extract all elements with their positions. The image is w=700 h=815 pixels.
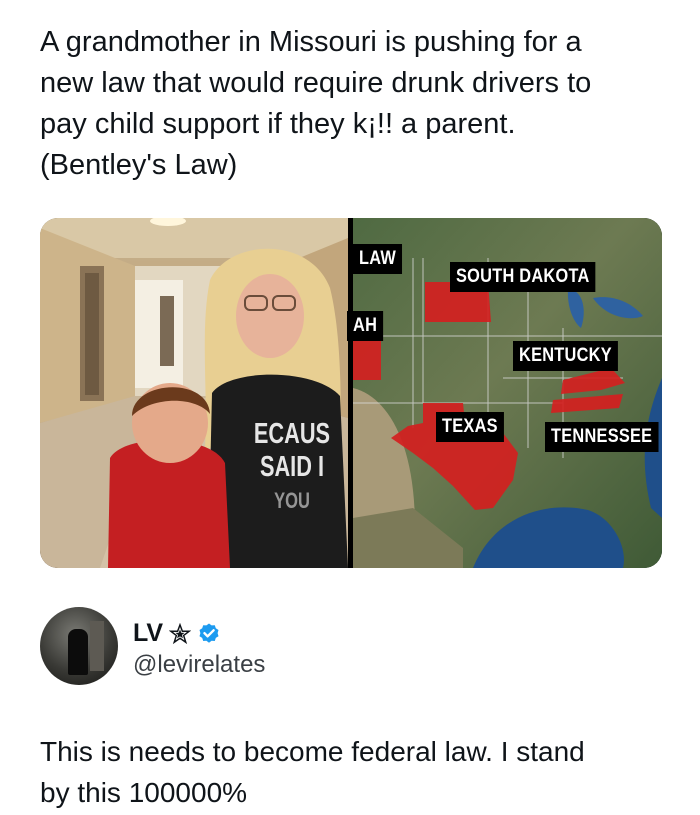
map-label-tennessee: TENNESSEE <box>545 422 659 452</box>
post-text: A grandmother in Missouri is pushing for… <box>40 22 670 186</box>
post-text-line: pay child support if they k¡!! a parent. <box>40 108 516 140</box>
shirt-line: YOU <box>274 488 310 513</box>
map-label-utah: AH <box>347 311 384 341</box>
avatar-door <box>90 621 104 671</box>
us-map-photo[interactable]: LAW AH SOUTH DAKOTA KENTUCKY TEXAS TENNE… <box>347 218 662 568</box>
avatar[interactable] <box>40 607 118 685</box>
avatar-figure <box>68 629 88 675</box>
post-media[interactable]: ECAUS SAID I YOU LAW AH SOUTH DAKOTA KEN… <box>40 218 662 568</box>
user-handle[interactable]: @levirelates <box>133 651 265 679</box>
verified-badge-icon <box>197 622 221 646</box>
map-label-texas: TEXAS <box>436 412 504 442</box>
map-label-law: LAW <box>353 244 403 274</box>
display-name[interactable]: LV <box>133 619 221 648</box>
star-icon <box>168 622 192 645</box>
shirt-lettering: ECAUS SAID I YOU <box>250 418 334 517</box>
display-name-text: LV <box>133 619 164 647</box>
map-label-kentucky: KENTUCKY <box>513 341 618 371</box>
shirt-line: SAID I <box>259 451 325 483</box>
shirt-line: ECAUS <box>253 418 331 450</box>
post-text-line: new law that would require drunk drivers… <box>40 67 592 99</box>
map-label-south-dakota: SOUTH DAKOTA <box>450 262 596 292</box>
reply-text: This is needs to become federal law. I s… <box>40 731 670 813</box>
reply-text-line: This is needs to become federal law. I s… <box>40 736 585 767</box>
reply-text-line: by this 100000% <box>40 777 248 808</box>
post-text-line: (Bentley's Law) <box>40 149 238 181</box>
hallway-photo[interactable]: ECAUS SAID I YOU <box>40 218 348 568</box>
post-text-line: A grandmother in Missouri is pushing for… <box>40 26 582 58</box>
